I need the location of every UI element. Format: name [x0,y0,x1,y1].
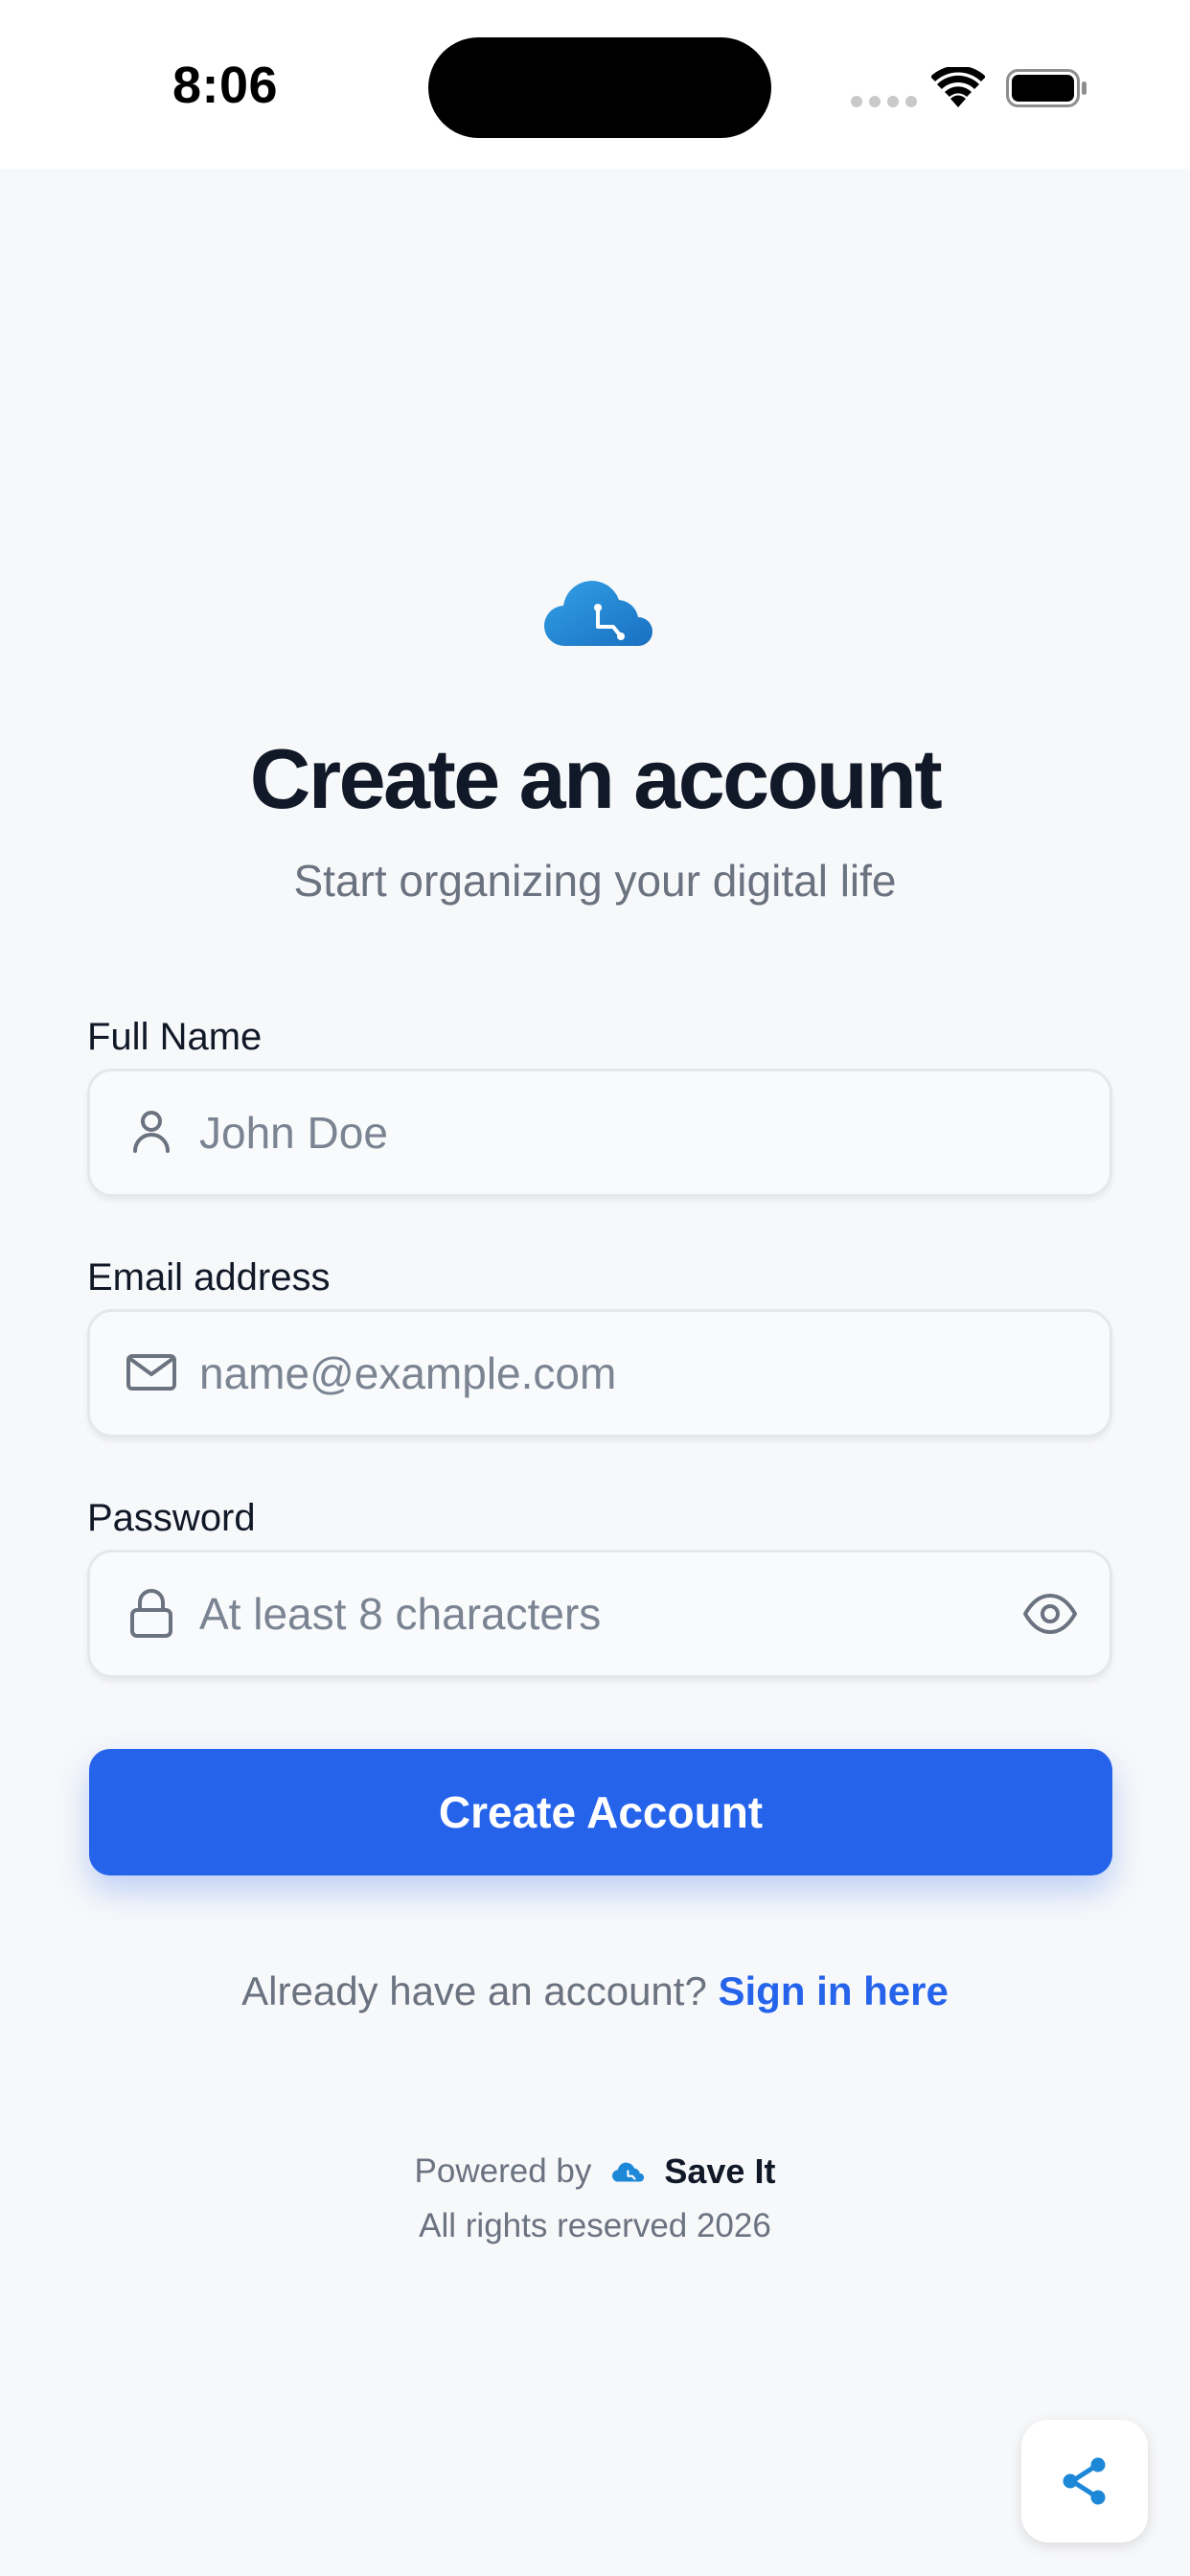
eye-icon[interactable] [1021,1585,1079,1643]
password-label: Password [87,1497,256,1539]
status-time: 8:06 [172,57,279,114]
page-subtitle: Start organizing your digital life [293,856,897,906]
email-label: Email address [87,1256,331,1299]
share-button[interactable] [1021,2420,1148,2542]
wifi-icon [931,67,985,107]
cellular-signal-icon [851,96,917,107]
copyright-text: All rights reserved 2026 [419,2207,771,2244]
signin-prompt-row: Already have an account? Sign in here [0,1968,1190,2014]
signup-screen: 8:06 Create an account Start organizing … [0,0,1190,2576]
cloud-logo-icon [544,581,652,647]
battery-icon [1006,69,1087,107]
brand-logo-icon [612,2162,645,2182]
user-icon [133,1111,170,1153]
share-icon [1063,2457,1106,2505]
email-field[interactable] [87,1309,1112,1438]
page-title: Create an account [249,731,943,826]
mail-icon [126,1354,176,1391]
full-name-field[interactable] [87,1069,1112,1197]
powered-by-row: Powered by Save It [0,2151,1190,2192]
status-bar: 8:06 [0,0,1190,169]
email-input[interactable] [199,1312,966,1435]
lock-icon [130,1589,172,1638]
signin-prompt-text: Already have an account? [241,1968,707,2013]
password-input[interactable] [199,1552,966,1675]
dynamic-island [428,37,771,138]
full-name-label: Full Name [87,1016,263,1058]
full-name-input[interactable] [199,1071,966,1194]
brand-name: Save It [664,2151,776,2191]
powered-by-text: Powered by [414,2152,592,2190]
create-account-button[interactable]: Create Account [89,1749,1112,1875]
password-field[interactable] [87,1550,1112,1678]
sign-in-link[interactable]: Sign in here [718,1968,948,2013]
